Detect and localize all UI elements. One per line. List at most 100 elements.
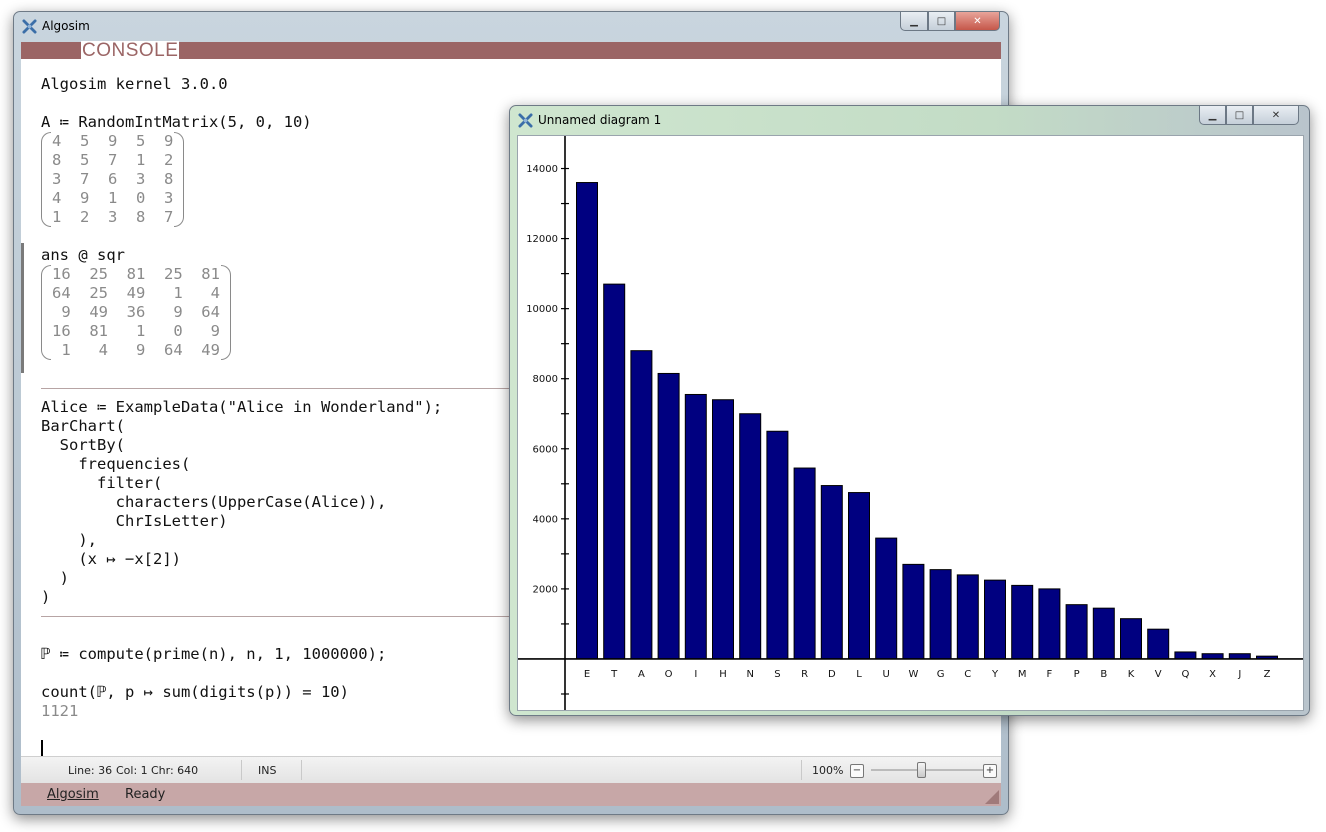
matrix-row: 16 81 1 0 9 xyxy=(52,322,220,340)
close-button[interactable]: ✕ xyxy=(955,12,1000,31)
bar-V xyxy=(1147,628,1170,660)
bar-chart-plot-area[interactable]: E T A O I H N S R D L U W G C Y M F P B K V Q X J Z 2000 4000 6000 80… xyxy=(517,135,1304,711)
bar-B xyxy=(1092,607,1115,660)
status-chr: Chr: 640 xyxy=(151,764,199,777)
maximize-button[interactable]: □ xyxy=(928,12,955,31)
code-line: ) xyxy=(41,569,69,587)
x-tick-label: B xyxy=(1100,669,1107,680)
diagram-minimize-button[interactable]: ▁ xyxy=(1199,106,1226,125)
console-tab-strip: CONSOLE xyxy=(21,41,1001,60)
x-tick-label: E xyxy=(584,669,590,680)
x-tick-label: O xyxy=(665,669,673,680)
bar-G xyxy=(929,569,952,660)
ready-status: Ready xyxy=(125,787,166,802)
code-line: BarChart( xyxy=(41,417,125,435)
command-random-matrix: A ≔ RandomIntMatrix(5, 0, 10) xyxy=(41,113,312,131)
y-tick-label: 8000 xyxy=(533,374,558,385)
x-tick-label: F xyxy=(1047,669,1053,680)
resize-grip[interactable] xyxy=(985,790,999,804)
y-tick-label: 4000 xyxy=(533,514,558,525)
right-paren xyxy=(220,265,231,360)
y-tick-label: 10000 xyxy=(526,304,558,315)
bar-S xyxy=(766,430,789,660)
y-tick-label: 12000 xyxy=(526,234,558,245)
x-tick-label: M xyxy=(1018,669,1027,680)
diagram-window-title: Unnamed diagram 1 xyxy=(538,113,662,127)
insert-mode-indicator[interactable]: INS xyxy=(258,764,276,777)
code-line: frequencies( xyxy=(41,455,191,473)
bar-L xyxy=(848,492,870,660)
y-tick-label: 14000 xyxy=(526,164,558,175)
code-line: Alice ≔ ExampleData("Alice in Wonderland… xyxy=(41,398,443,416)
x-tick-label: Z xyxy=(1264,669,1271,680)
bar-T xyxy=(603,283,626,660)
x-tick-label: L xyxy=(856,669,862,680)
count-result: 1121 xyxy=(41,702,79,720)
status-divider xyxy=(241,760,242,780)
code-line: characters(UpperCase(Alice)), xyxy=(41,493,387,511)
bottom-band: Algosim Ready xyxy=(21,783,1001,806)
kernel-version-line: Algosim kernel 3.0.0 xyxy=(41,75,228,93)
x-tick-label: A xyxy=(638,669,645,680)
diagram-app-icon xyxy=(518,113,533,128)
x-tick-label: K xyxy=(1128,669,1135,680)
bar-E xyxy=(576,182,598,660)
diagram-close-button[interactable]: ✕ xyxy=(1253,106,1299,125)
x-tick-label: D xyxy=(828,669,836,680)
bar-H xyxy=(712,399,734,660)
bar-Y xyxy=(984,579,1006,660)
matrix-row: 4 5 9 5 9 xyxy=(52,132,174,150)
x-tick-label: W xyxy=(908,669,918,680)
zoom-in-button[interactable]: + xyxy=(983,764,997,778)
matrix-a-output: 4 5 9 5 9 8 5 7 1 2 3 7 6 3 8 4 9 1 0 3 … xyxy=(41,132,185,227)
status-col: Col: 1 xyxy=(116,764,148,777)
bar-D xyxy=(820,485,843,660)
main-titlebar[interactable]: Algosim ▁ □ ✕ xyxy=(14,12,1008,40)
right-paren xyxy=(174,132,185,227)
command-sqr: ans @ sqr xyxy=(41,246,125,264)
minimize-button[interactable]: ▁ xyxy=(900,12,928,31)
x-tick-label: J xyxy=(1237,669,1241,680)
matrix-row: 1 4 9 64 49 xyxy=(52,341,220,359)
matrix-row: 16 25 81 25 81 xyxy=(52,265,220,283)
y-tick-label: 2000 xyxy=(533,584,558,595)
matrix-sqr-output: 16 25 81 25 81 64 25 49 1 4 9 49 36 9 64… xyxy=(41,265,231,360)
code-line: SortBy( xyxy=(41,436,125,454)
diagram-titlebar[interactable]: Unnamed diagram 1 ▁ □ ✕ xyxy=(510,106,1309,134)
status-divider xyxy=(301,760,302,780)
zoom-level: 100% xyxy=(812,764,844,777)
left-paren xyxy=(41,132,51,227)
block-separator xyxy=(41,616,521,617)
x-tick-label: P xyxy=(1074,669,1080,680)
bar-C xyxy=(956,574,979,660)
zoom-out-button[interactable]: − xyxy=(850,764,864,778)
code-line: ChrIsLetter) xyxy=(41,512,228,530)
x-tick-label: G xyxy=(937,669,945,680)
status-bar: Line: 36 Col: 1 Chr: 640 INS 100% − + xyxy=(21,756,1001,783)
matrix-row: 3 7 6 3 8 xyxy=(52,170,174,188)
bar-O xyxy=(657,372,680,660)
x-tick-label: C xyxy=(964,669,971,680)
zoom-slider-thumb[interactable] xyxy=(917,762,926,778)
algosim-menu-link[interactable]: Algosim xyxy=(47,787,99,802)
console-tab[interactable]: CONSOLE xyxy=(81,41,180,60)
code-line: ), xyxy=(41,531,97,549)
status-line: Line: 36 xyxy=(68,764,113,777)
algosim-app-icon xyxy=(22,19,37,34)
block-separator xyxy=(41,388,521,389)
command-compute-primes: ℙ ≔ compute(prime(n), n, 1, 1000000); xyxy=(41,645,387,663)
bar-U xyxy=(875,537,898,660)
diagram-maximize-button[interactable]: □ xyxy=(1226,106,1253,125)
matrix-row: 1 2 3 8 7 xyxy=(52,208,174,226)
bar-N xyxy=(739,413,762,660)
main-window-title: Algosim xyxy=(42,19,90,33)
bar-chart: E T A O I H N S R D L U W G C Y M F P B K V Q X J Z 2000 4000 6000 80… xyxy=(518,136,1303,710)
x-tick-label: S xyxy=(774,669,780,680)
matrix-row: 8 5 7 1 2 xyxy=(52,151,174,169)
zoom-slider-track[interactable] xyxy=(871,769,991,771)
matrix-row: 9 49 36 9 64 xyxy=(52,303,220,321)
block-gutter xyxy=(21,243,24,373)
bar-W xyxy=(902,563,925,660)
matrix-row: 64 25 49 1 4 xyxy=(52,284,220,302)
status-divider xyxy=(801,760,802,780)
